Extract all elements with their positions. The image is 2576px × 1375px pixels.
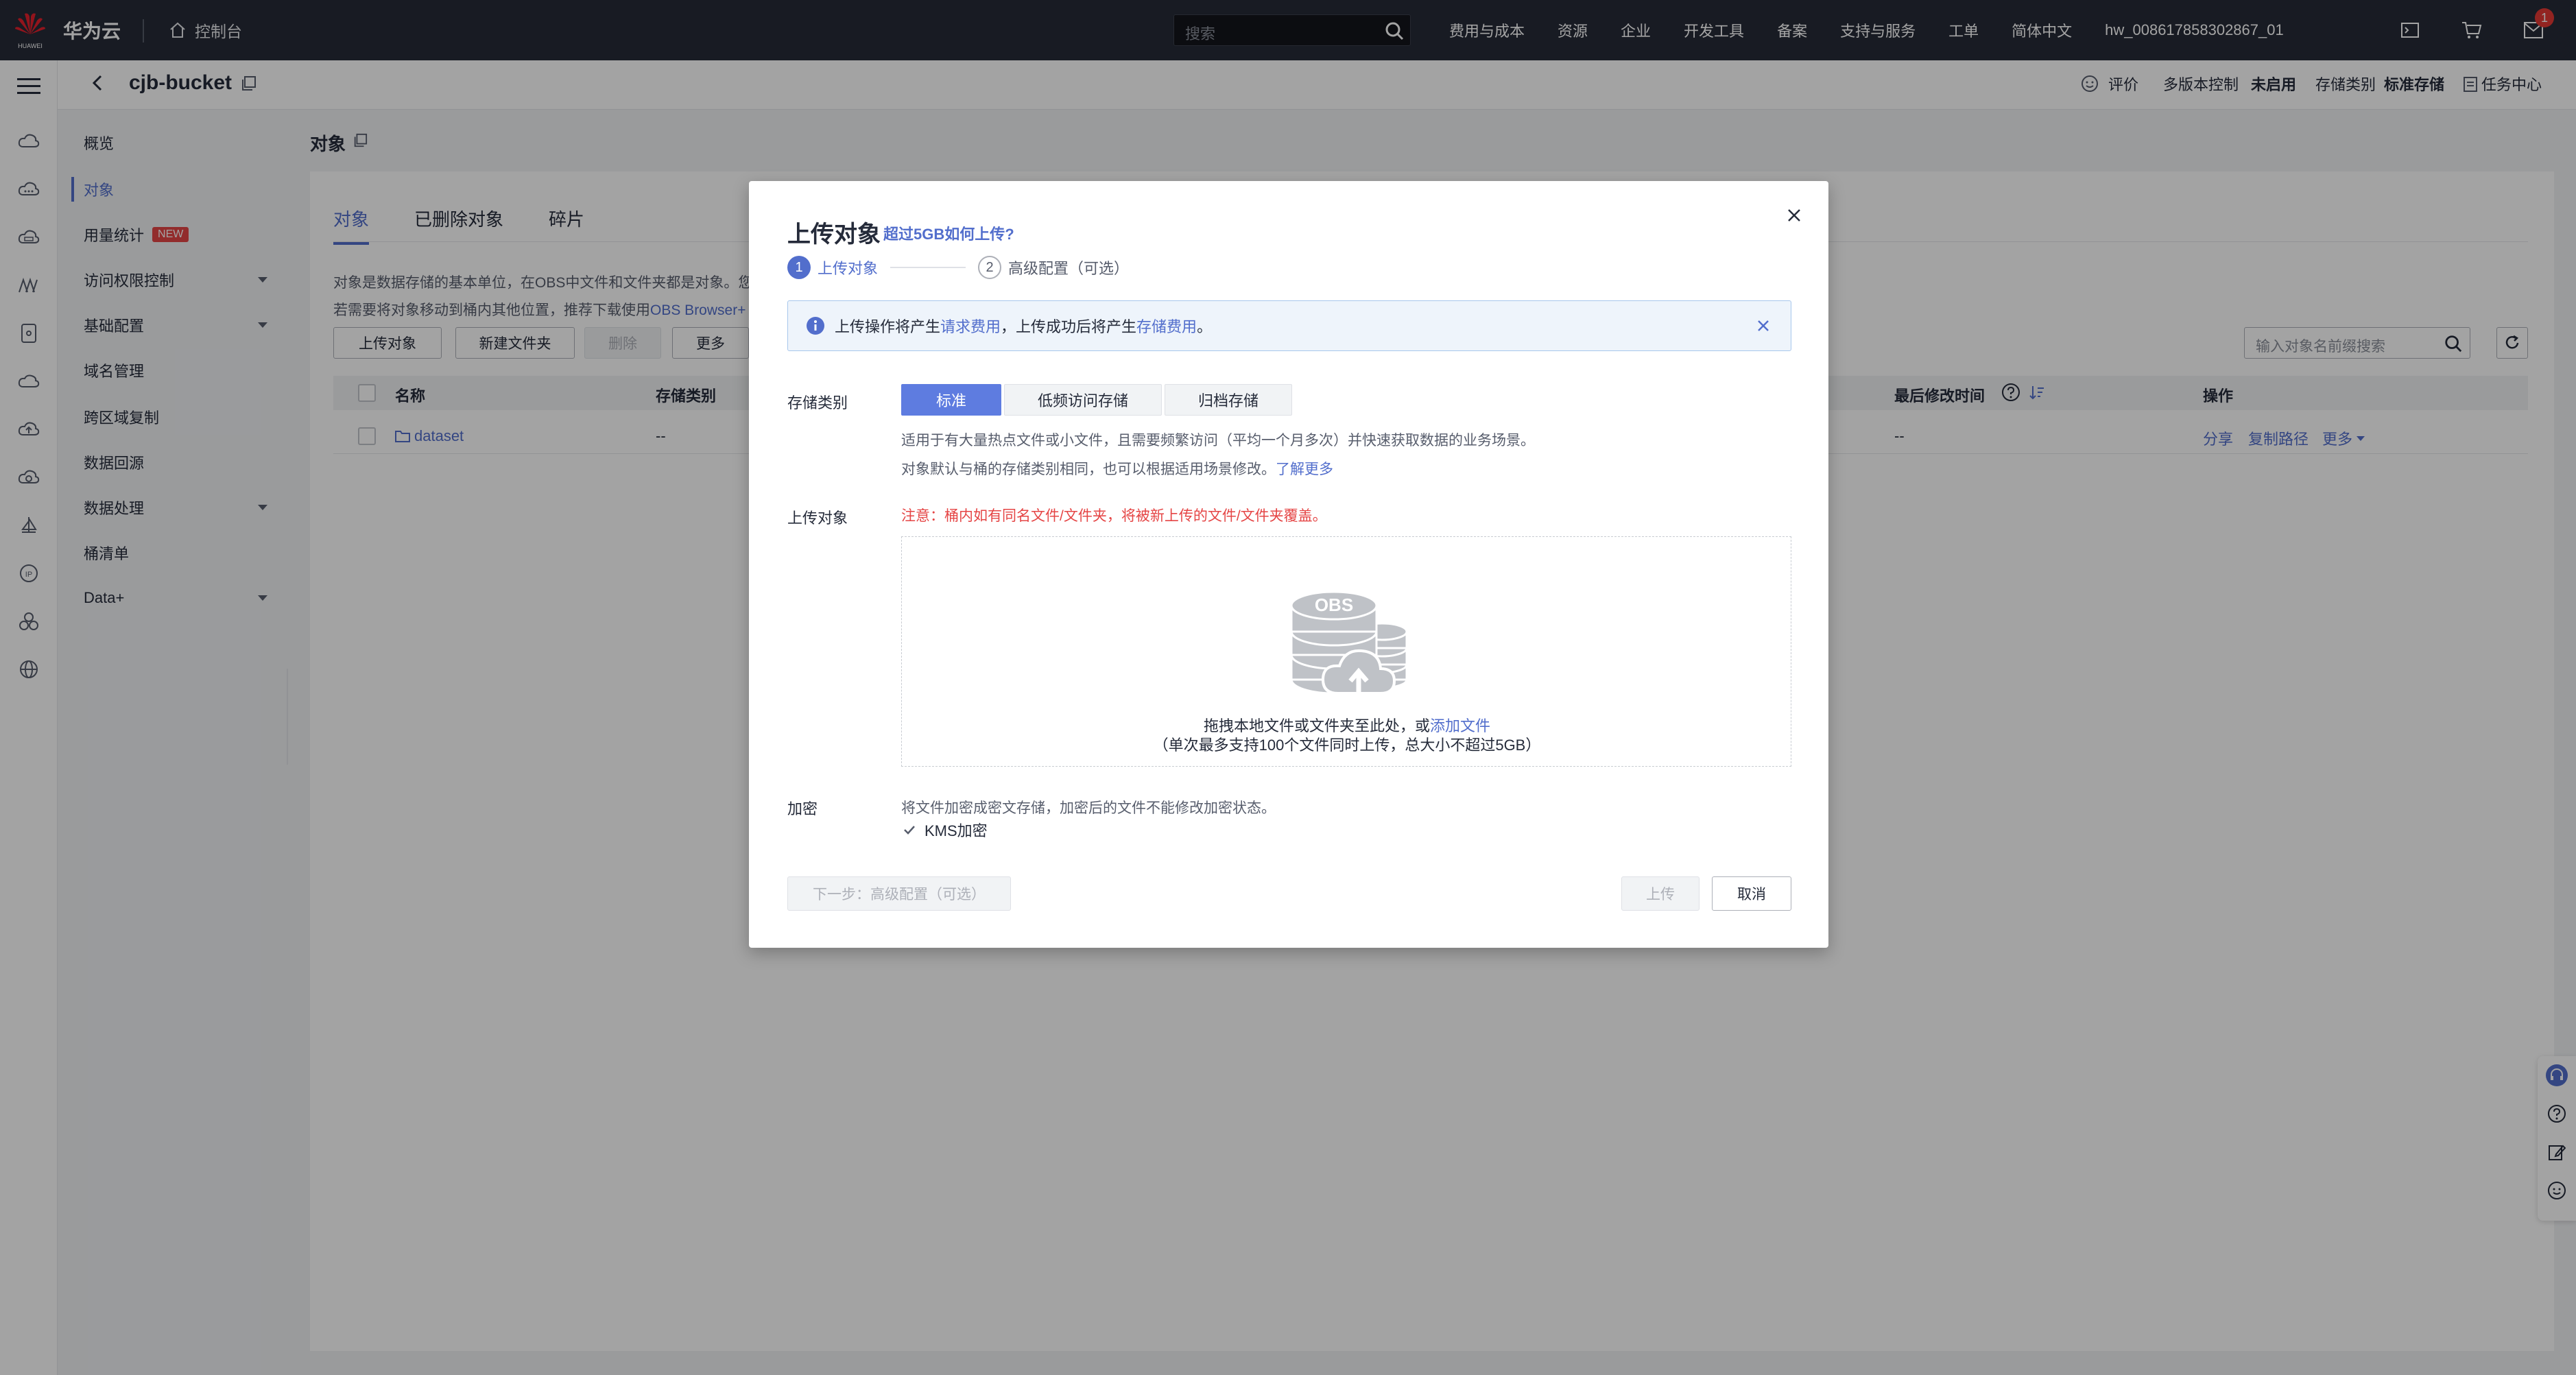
upload-field-label: 上传对象 [787,510,848,527]
storage-class-hint-2-text: 对象默认与桶的存储类别相同，也可以根据适用场景修改。 [901,462,1276,477]
fee-notice: 上传操作将产生 请求费用 ，上传成功后将产生 存储费用 。 [787,300,1791,351]
check-icon [902,822,917,837]
storage-class-field-label: 存储类别 [787,394,848,411]
info-icon [807,317,824,335]
overwrite-warning: 注意：桶内如有同名文件/文件夹，将被新上传的文件/文件夹覆盖。 [901,508,1327,524]
kms-label: KMS加密 [925,822,988,839]
storage-class-selector: 标准 低频访问存储 归档存储 [901,384,1295,416]
upload-object-dialog: 上传对象 超过5GB如何上传? 1 上传对象 2 高级配置（可选） 上传操作将产… [749,181,1828,948]
dropzone-text: 拖拽本地文件或文件夹至此处，或 [1203,717,1430,734]
learn-more-link[interactable]: 了解更多 [1276,462,1333,477]
storage-class-hint: 适用于有大量热点文件或小文件，且需要频繁访问（平均一个月多次）并快速获取数据的业… [901,433,1535,449]
storage-option-infrequent[interactable]: 低频访问存储 [1004,384,1162,416]
notice-text-suffix: 。 [1197,318,1213,335]
notice-text-mid: ，上传成功后将产生 [1001,318,1137,335]
encryption-field-label: 加密 [787,800,818,817]
kms-encryption-checkbox[interactable]: KMS加密 [901,819,988,841]
request-fee-link[interactable]: 请求费用 [940,315,1001,337]
dialog-title: 上传对象 [787,222,881,248]
add-file-link[interactable]: 添加文件 [1430,717,1490,734]
storage-class-hint-2: 对象默认与桶的存储类别相同，也可以根据适用场景修改。了解更多 [901,458,1333,479]
step-2-label: 高级配置（可选） [1008,260,1130,277]
step-1-label: 上传对象 [818,260,879,277]
step-1-indicator: 1 [787,256,811,279]
large-upload-help-link[interactable]: 超过5GB如何上传? [883,222,1014,244]
notice-text-prefix: 上传操作将产生 [835,318,941,335]
upload-button[interactable]: 上传 [1621,876,1700,911]
dropzone-limit: （单次最多支持100个文件同时上传，总大小不超过5GB） [1153,737,1541,754]
encryption-hint: 将文件加密成密文存储，加密后的文件不能修改加密状态。 [901,800,1276,816]
storage-option-archive[interactable]: 归档存储 [1165,384,1292,416]
close-icon[interactable] [1780,202,1808,229]
notice-close-icon[interactable] [1751,313,1776,338]
next-step-button[interactable]: 下一步：高级配置（可选） [787,876,1011,911]
upload-steps: 1 上传对象 2 高级配置（可选） [787,255,1129,280]
file-dropzone[interactable]: OBS 拖拽本地文件或文件夹至此处，或添加文件 （单次最多支持100个文件同时上… [901,536,1791,767]
step-connector [890,267,966,268]
step-2-indicator: 2 [978,256,1002,279]
obs-upload-icon: OBS [1286,584,1412,700]
cancel-button[interactable]: 取消 [1712,876,1791,911]
obs-logo-text: OBS [1315,595,1353,615]
storage-fee-link[interactable]: 存储费用 [1136,315,1197,337]
storage-option-standard[interactable]: 标准 [901,384,1001,416]
